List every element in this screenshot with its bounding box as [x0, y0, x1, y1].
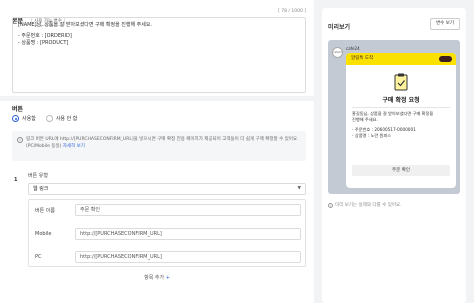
plus-icon: +	[165, 275, 170, 281]
editor-panel: 본문 사용 가능 변수 [ 78 / 1000 ] [NAME]님, 상품을 잘…	[0, 0, 314, 303]
bubble-line: - 상품명 : 노란 원피스	[352, 132, 392, 138]
chevron-down-icon: ▼	[297, 186, 301, 191]
info-icon: i	[17, 137, 23, 143]
radio-use[interactable]: 사용함	[12, 115, 36, 122]
button-name-input[interactable]: 주문 확인	[75, 204, 301, 216]
button-type-select[interactable]: 웹 링크 ▼	[28, 183, 306, 195]
bubble-header-label: 알림톡 도착	[351, 56, 374, 61]
bubble-divider	[352, 107, 450, 108]
add-item-button[interactable]: 항목 추가 +	[0, 274, 314, 281]
kakao-badge-icon	[439, 56, 452, 62]
body-line: - 주문번호 : [ORDERID]	[18, 33, 72, 39]
preview-panel: 미리보기 변수 보기 cafe24 cafe24 알림톡 도착 구매 확정 요청…	[322, 8, 466, 303]
mobile-url-label: Mobile	[35, 231, 52, 237]
buttons-title: 버튼	[12, 106, 24, 113]
radio-unchecked-icon	[45, 115, 53, 122]
preview-note: i 미리 보기는 실제와 다를 수 있어요.	[328, 202, 402, 208]
notice-link[interactable]: 자세히 보기	[63, 144, 85, 149]
button-notice: i 링크 버튼 URL에 http://[PURCHASECONFIRM_URL…	[12, 131, 306, 161]
char-count: [ 78 / 1000 ]	[278, 9, 306, 14]
mobile-url-input[interactable]: http://[PURCHASECONFIRM_URL]	[75, 228, 301, 240]
bubble-order-button[interactable]: 주문 확인	[352, 165, 450, 176]
button-fields: 버튼 이름 주문 확인 Mobile http://[PURCHASECONFI…	[28, 199, 306, 267]
button-type-value: 웹 링크	[33, 186, 49, 192]
preview-title: 미리보기	[328, 24, 351, 31]
bubble-header: 알림톡 도착	[346, 53, 456, 65]
view-variables-button[interactable]: 변수 보기	[430, 18, 460, 30]
body-line: - 상품명 : [PRODUCT]	[18, 40, 69, 46]
message-bubble: 알림톡 도착 구매 확정 요청 홍길동님, 상품을 잘 받아보셨다면 구매 확정…	[346, 53, 456, 188]
avatar: cafe24	[332, 47, 343, 58]
body-line: [NAME]님, 상품을 잘 받아보셨다면 구매 확정을 진행해 주세요.	[18, 22, 153, 28]
button-type-label: 버튼 유형	[28, 173, 48, 179]
radio-no-use-label: 사용 안 함	[55, 116, 78, 122]
document-check-icon	[394, 73, 408, 91]
radio-use-label: 사용함	[22, 116, 36, 122]
button-use-radio-group: 사용함 사용 안 함	[12, 115, 77, 122]
phone-preview: cafe24 cafe24 알림톡 도착 구매 확정 요청 홍길동님, 상품을 …	[328, 40, 460, 194]
bubble-text: 홍길동님, 상품을 잘 받아보셨다면 구매 확정을 진행해 주세요. - 주문번…	[352, 111, 452, 138]
pc-url-label: PC	[35, 254, 42, 260]
info-icon: i	[328, 202, 333, 208]
sender-name: cafe24	[346, 46, 360, 51]
preview-note-text: 미리 보기는 실제와 다를 수 있어요.	[335, 203, 402, 208]
pc-url-input[interactable]: http://[PURCHASECONFIRM_URL]	[75, 251, 301, 263]
radio-checked-icon	[12, 115, 19, 122]
add-item-label: 항목 추가	[144, 275, 165, 281]
bubble-title: 구매 확정 요청	[382, 97, 420, 104]
button-row-number: 1	[14, 177, 18, 183]
radio-no-use[interactable]: 사용 안 함	[45, 115, 78, 122]
button-name-label: 버튼 이름	[35, 208, 55, 214]
body-textarea[interactable]: [NAME]님, 상품을 잘 받아보셨다면 구매 확정을 진행해 주세요. - …	[12, 17, 306, 93]
section-divider	[0, 96, 314, 101]
